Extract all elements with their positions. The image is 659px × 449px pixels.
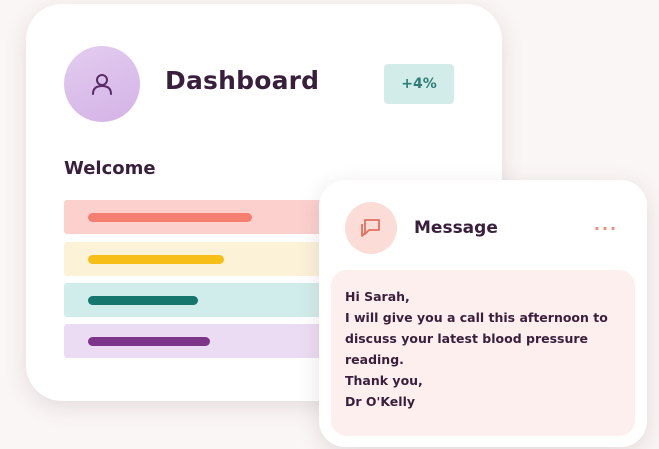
progress-bar-3 — [88, 296, 198, 305]
avatar[interactable] — [64, 46, 140, 122]
change-badge: +4% — [384, 64, 454, 104]
page: Dashboard +4% Welcome Message ··· Hi Sar… — [0, 0, 659, 449]
message-line: I will give you a call this afternoon to — [345, 310, 608, 325]
chat-bubble-icon — [361, 219, 380, 237]
progress-bar-1 — [88, 213, 252, 222]
message-icon-badge — [345, 202, 397, 254]
message-line: Hi Sarah, — [345, 289, 410, 304]
message-line: Dr O'Kelly — [345, 394, 416, 409]
more-dots-icon[interactable]: ··· — [591, 218, 621, 238]
progress-bar-4 — [88, 337, 210, 346]
message-title: Message — [414, 218, 498, 238]
message-line: discuss your latest blood pressure — [345, 331, 589, 346]
user-icon — [92, 74, 112, 95]
message-card: Message ··· Hi Sarah, I will give you a … — [319, 180, 647, 447]
welcome-heading: Welcome — [64, 158, 156, 179]
message-line: reading. — [345, 352, 404, 367]
message-line: Thank you, — [345, 373, 423, 388]
page-title: Dashboard — [165, 66, 320, 95]
progress-bar-2 — [88, 255, 224, 264]
message-body: Hi Sarah, I will give you a call this af… — [331, 270, 635, 436]
